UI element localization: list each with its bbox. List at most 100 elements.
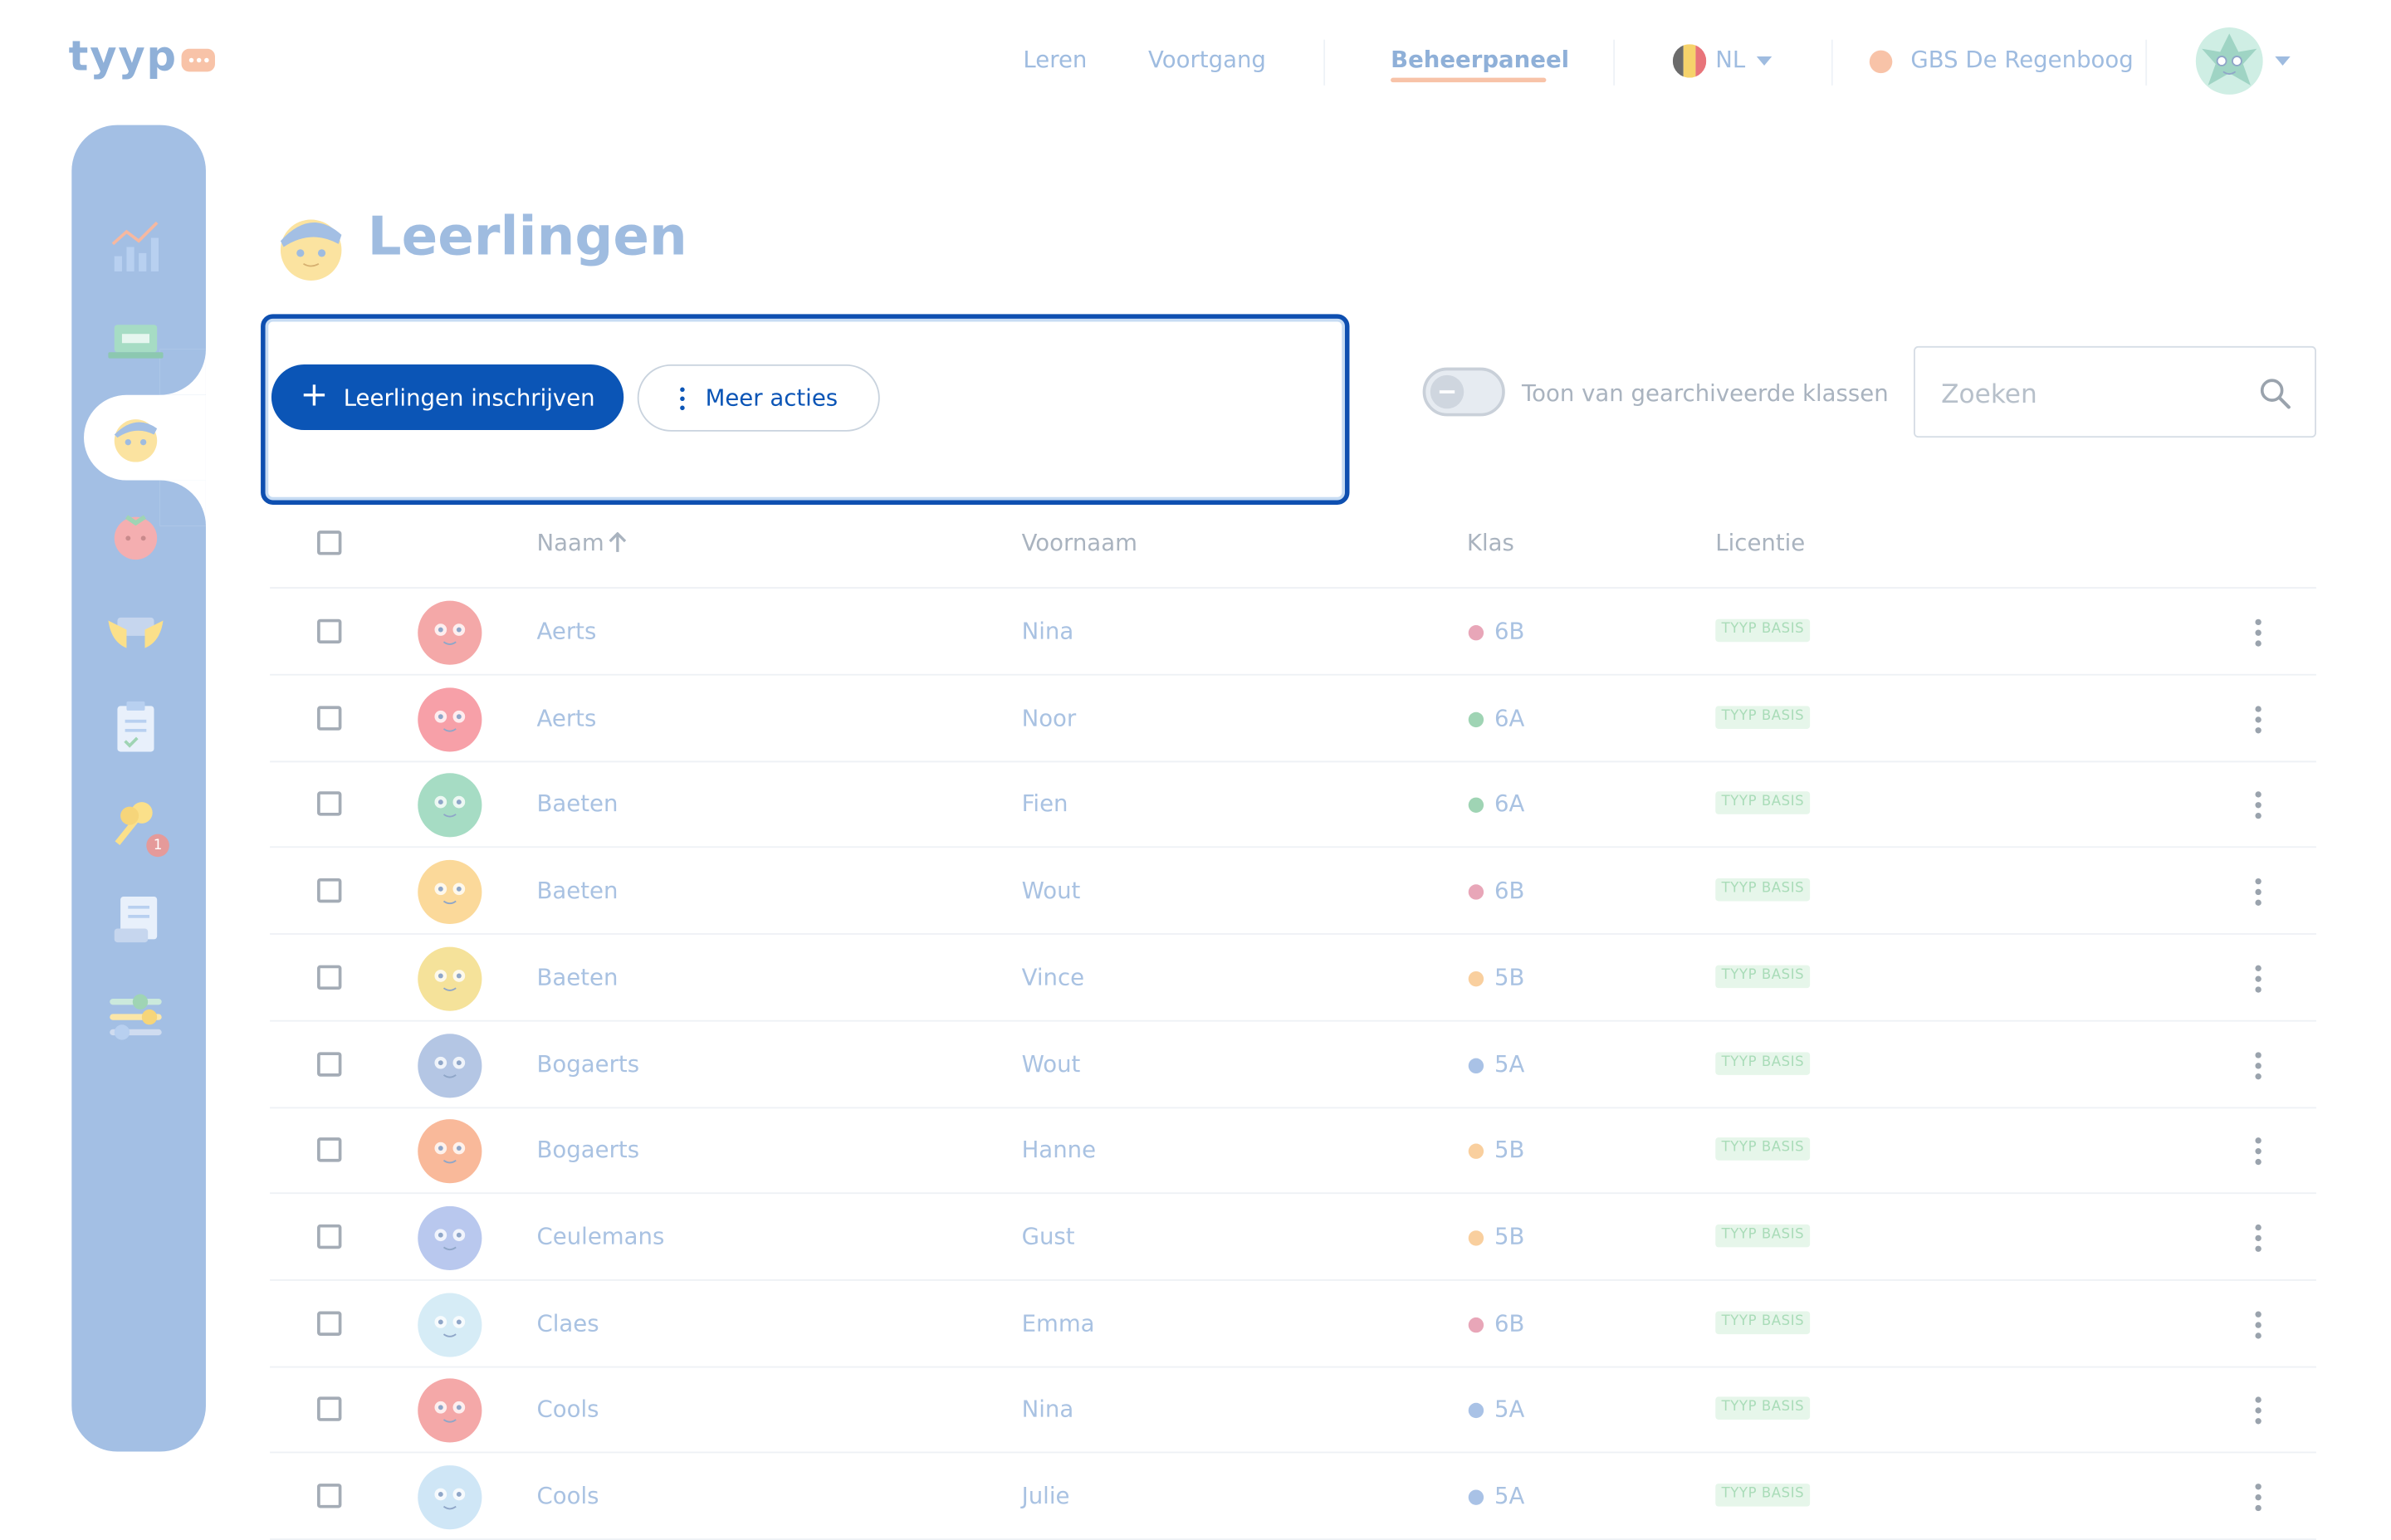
row-checkbox[interactable] [317,1224,342,1249]
license-badge: TYYP BASIS [1715,1396,1811,1420]
class-color-dot [1468,1317,1484,1332]
class-color-dot [1468,625,1484,641]
enroll-students-button[interactable]: + Leerlingen inschrijven [271,364,624,430]
row-actions-kebab-icon[interactable] [2255,1484,2261,1512]
row-actions-kebab-icon[interactable] [2255,705,2261,733]
student-icon[interactable] [104,406,168,470]
row-checkbox[interactable] [317,1396,342,1422]
cell-naam[interactable]: Aerts [537,618,597,645]
row-checkbox[interactable] [317,791,342,817]
row-actions-kebab-icon[interactable] [2255,1310,2261,1338]
table-row[interactable]: Bogaerts Hanne 5B TYYP BASIS [270,1107,2316,1195]
table-row[interactable]: Cools Nina 5A TYYP BASIS [270,1366,2316,1454]
row-checkbox[interactable] [317,1137,342,1162]
clipboard-icon[interactable] [104,696,168,760]
cell-naam[interactable]: Bogaerts [537,1137,640,1164]
cell-naam[interactable]: Cools [537,1396,599,1423]
receipt-icon[interactable] [104,887,168,951]
table-row[interactable]: Bogaerts Wout 5A TYYP BASIS [270,1021,2316,1108]
table-row[interactable]: Baeten Wout 6B TYYP BASIS [270,848,2316,936]
license-badge: TYYP BASIS [1715,705,1811,729]
toggle-knob [1430,374,1464,409]
active-nav-indicator [1391,77,1547,83]
table-row[interactable]: Aerts Nina 6B TYYP BASIS [270,589,2316,676]
license-badge: TYYP BASIS [1715,1137,1811,1161]
cell-naam[interactable]: Cools [537,1482,599,1509]
cell-klas: 5A [1494,1396,1525,1424]
language-selector[interactable]: NL [1715,46,1745,73]
chevron-down-icon[interactable] [1756,56,1772,66]
student-avatar [416,1291,483,1358]
class-color-dot [1468,1057,1484,1073]
student-avatar [416,945,483,1012]
row-actions-kebab-icon[interactable] [2255,965,2261,993]
row-actions-kebab-icon[interactable] [2255,1137,2261,1166]
row-checkbox[interactable] [317,1484,342,1508]
student-avatar [416,1205,483,1272]
cell-klas: 5A [1494,1049,1525,1078]
search-icon[interactable] [2257,375,2293,412]
table-row[interactable]: Claes Emma 6B TYYP BASIS [270,1280,2316,1367]
table-row[interactable]: Aerts Noor 6A TYYP BASIS [270,675,2316,762]
chevron-down-icon[interactable] [2275,56,2291,66]
column-header-klas[interactable]: Klas [1467,529,1514,556]
class-color-dot [1468,1230,1484,1246]
column-header-naam[interactable]: Naam [537,529,604,556]
nav-voortgang[interactable]: Voortgang [1148,46,1266,73]
row-checkbox[interactable] [317,618,342,644]
sort-ascending-icon[interactable] [609,532,627,554]
row-checkbox[interactable] [317,705,342,731]
nav-divider [1831,39,1833,86]
cell-naam[interactable]: Ceulemans [537,1223,665,1250]
row-actions-kebab-icon[interactable] [2255,1396,2261,1425]
cell-naam[interactable]: Claes [537,1309,599,1337]
table-row[interactable]: Baeten Fien 6A TYYP BASIS [270,761,2316,848]
school-name[interactable]: GBS De Regenboog [1910,46,2133,73]
cell-klas: 5A [1494,1482,1525,1510]
more-actions-button[interactable]: Meer acties [637,364,880,432]
cell-naam[interactable]: Aerts [537,704,597,731]
nav-beheerpaneel[interactable]: Beheerpaneel [1391,46,1569,73]
row-checkbox[interactable] [317,965,342,990]
row-actions-kebab-icon[interactable] [2255,1224,2261,1252]
column-header-licentie[interactable]: Licentie [1715,529,1805,556]
cell-naam[interactable]: Baeten [537,877,619,904]
student-avatar [416,599,483,667]
cell-voornaam: Noor [1021,703,1077,732]
nav-divider [1323,39,1326,86]
belgium-flag-icon[interactable] [1672,44,1707,78]
settings-sliders-icon[interactable] [104,985,168,1049]
row-actions-kebab-icon[interactable] [2255,1051,2261,1079]
license-badge: TYYP BASIS [1715,618,1811,643]
select-all-checkbox[interactable] [317,530,342,555]
row-checkbox[interactable] [317,878,342,903]
nav-leren[interactable]: Leren [1023,46,1087,73]
table-row[interactable]: Cools Julie 5A TYYP BASIS [270,1453,2316,1540]
column-header-voornaam[interactable]: Voornaam [1022,529,1137,556]
row-actions-kebab-icon[interactable] [2255,791,2261,820]
archived-classes-toggle[interactable] [1422,367,1505,417]
license-badge: TYYP BASIS [1715,1224,1811,1248]
user-avatar[interactable] [2195,27,2263,95]
license-badge: TYYP BASIS [1715,965,1811,988]
student-avatar [416,1032,483,1099]
search-input[interactable]: Zoeken [1914,345,2316,438]
laptop-icon[interactable] [104,310,168,374]
row-actions-kebab-icon[interactable] [2255,878,2261,907]
row-actions-kebab-icon[interactable] [2255,618,2261,647]
cell-naam[interactable]: Bogaerts [537,1050,640,1078]
class-color-dot [1468,711,1484,727]
cell-naam[interactable]: Baeten [537,790,619,818]
chart-icon[interactable] [104,213,168,277]
cell-klas: 5B [1494,963,1525,991]
row-checkbox[interactable] [317,1051,342,1076]
cell-naam[interactable]: Baeten [537,963,619,990]
row-checkbox[interactable] [317,1310,342,1336]
keyboard-hands-icon[interactable] [104,599,168,663]
table-row[interactable]: Baeten Vince 5B TYYP BASIS [270,935,2316,1022]
tomato-icon[interactable] [104,503,168,567]
license-badge: TYYP BASIS [1715,1310,1811,1334]
table-row[interactable]: Ceulemans Gust 5B TYYP BASIS [270,1194,2316,1281]
cell-voornaam: Emma [1021,1308,1095,1337]
cell-voornaam: Hanne [1021,1136,1097,1164]
